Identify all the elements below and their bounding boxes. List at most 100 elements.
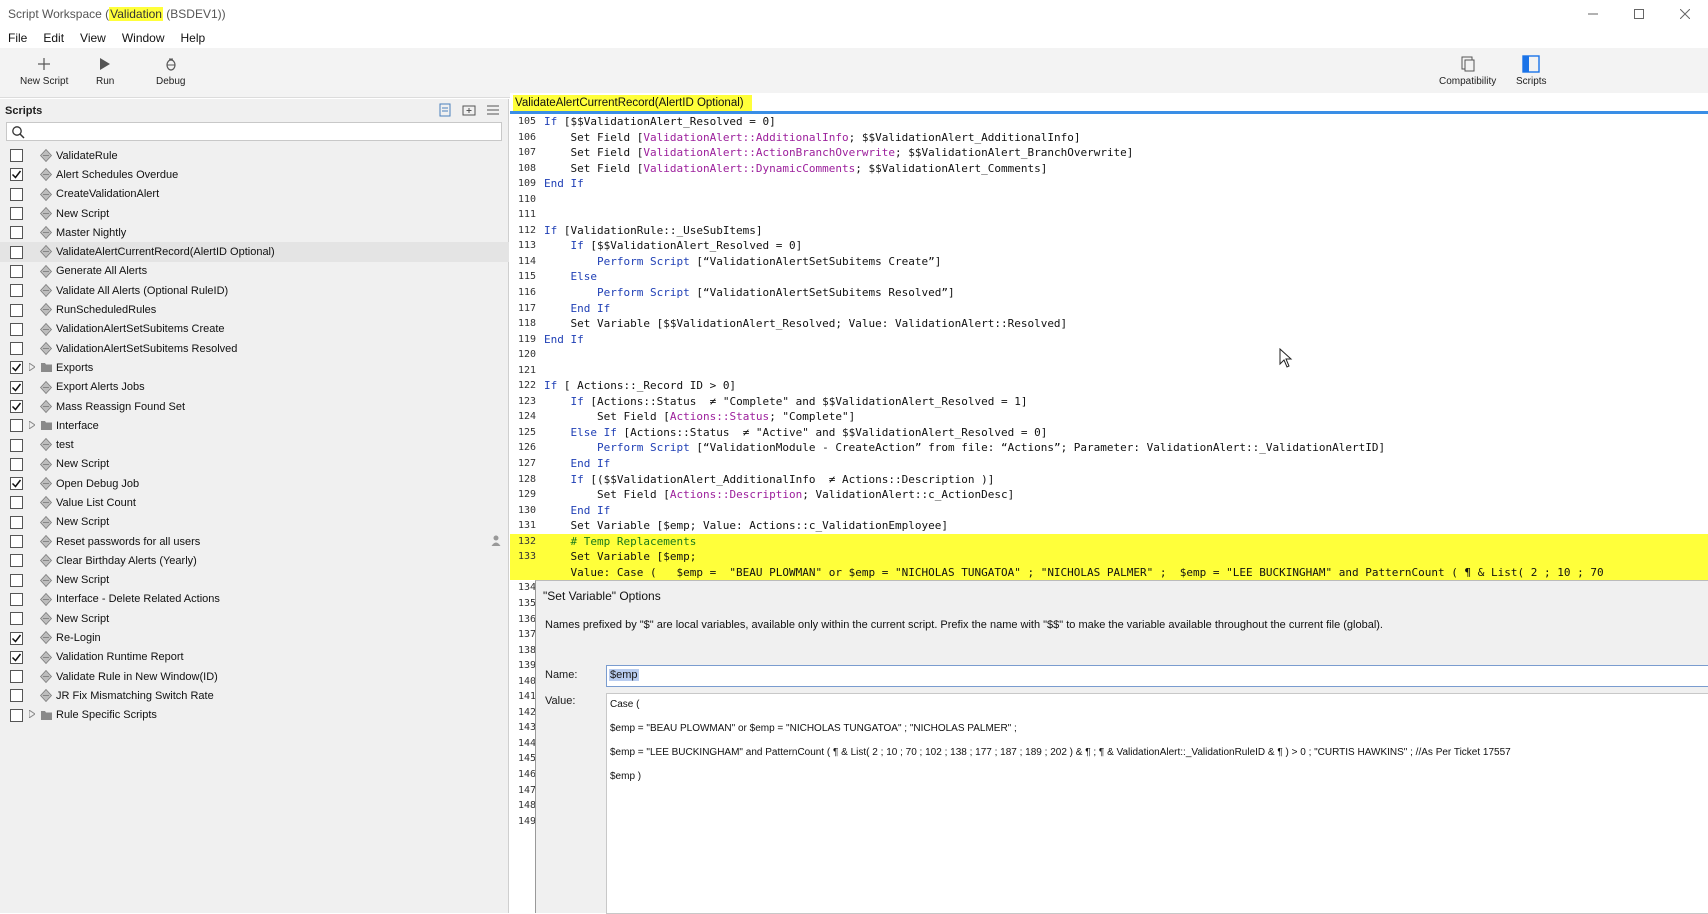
- script-checkbox[interactable]: [10, 457, 23, 471]
- script-row[interactable]: RunScheduledRules: [0, 300, 509, 319]
- code-line[interactable]: 124 Set Field [Actions::Status; "Complet…: [510, 409, 1708, 425]
- script-checkbox[interactable]: [10, 554, 23, 568]
- menu-help[interactable]: Help: [173, 31, 214, 45]
- script-checkbox[interactable]: [10, 400, 23, 413]
- run-button[interactable]: Run: [96, 54, 114, 87]
- code-line[interactable]: 129 Set Field [Actions::Description; Val…: [510, 487, 1708, 503]
- script-folder-row[interactable]: Interface: [0, 416, 509, 435]
- code-line[interactable]: 110: [510, 192, 1708, 208]
- script-checkbox[interactable]: [10, 264, 23, 278]
- script-checkbox[interactable]: [10, 592, 23, 606]
- code-line[interactable]: 121: [510, 363, 1708, 379]
- script-row[interactable]: CreateValidationAlert: [0, 185, 509, 204]
- script-row[interactable]: Generate All Alerts: [0, 262, 509, 281]
- code-line[interactable]: 126 Perform Script [“ValidationModule - …: [510, 440, 1708, 456]
- code-line[interactable]: 120: [510, 347, 1708, 363]
- new-folder-icon[interactable]: [462, 103, 478, 119]
- variable-name-field[interactable]: $emp: [606, 665, 1708, 687]
- script-row[interactable]: Interface - Delete Related Actions: [0, 590, 509, 609]
- script-checkbox[interactable]: [10, 496, 23, 510]
- script-row[interactable]: Export Alerts Jobs: [0, 378, 509, 397]
- code-line[interactable]: 105 If [$$ValidationAlert_Resolved = 0]: [510, 114, 1708, 130]
- code-line[interactable]: 112 If [ValidationRule::_UseSubItems]: [510, 223, 1708, 239]
- menu-edit[interactable]: Edit: [35, 31, 72, 45]
- script-checkbox[interactable]: [10, 168, 23, 182]
- code-line[interactable]: 108 Set Field [ValidationAlert::DynamicC…: [510, 161, 1708, 177]
- script-row[interactable]: Validate All Alerts (Optional RuleID): [0, 281, 509, 300]
- menu-window[interactable]: Window: [114, 31, 173, 45]
- script-checkbox[interactable]: [10, 650, 23, 664]
- script-checkbox[interactable]: [10, 670, 23, 684]
- editor-tab-title[interactable]: ValidateAlertCurrentRecord(AlertID Optio…: [513, 95, 752, 111]
- script-checkbox[interactable]: [10, 438, 23, 452]
- code-line[interactable]: 113 If [$$ValidationAlert_Resolved = 0]: [510, 238, 1708, 254]
- script-checkbox[interactable]: [10, 689, 23, 703]
- script-checkbox[interactable]: [10, 419, 23, 433]
- code-line[interactable]: 116 Perform Script [“ValidationAlertSetS…: [510, 285, 1708, 301]
- script-checkbox[interactable]: [10, 573, 23, 587]
- script-row[interactable]: Clear Birthday Alerts (Yearly): [0, 551, 509, 570]
- code-line[interactable]: 130 End If: [510, 503, 1708, 519]
- script-row[interactable]: New Script: [0, 513, 509, 532]
- close-button[interactable]: [1662, 0, 1708, 28]
- maximize-button[interactable]: [1616, 0, 1662, 28]
- script-checkbox[interactable]: [10, 380, 23, 394]
- code-line[interactable]: 109 End If: [510, 176, 1708, 192]
- script-row[interactable]: Validation Runtime Report: [0, 648, 509, 667]
- script-checkbox[interactable]: [10, 708, 23, 722]
- code-line[interactable]: Value: Case ( $emp = "BEAU PLOWMAN" or $…: [510, 564, 1708, 581]
- code-line[interactable]: 133 Set Variable [$emp;: [510, 549, 1708, 565]
- script-checkbox[interactable]: [10, 207, 23, 221]
- code-line[interactable]: 115 Else: [510, 269, 1708, 285]
- script-row[interactable]: New Script: [0, 204, 509, 223]
- search-input[interactable]: [6, 122, 502, 141]
- script-row[interactable]: New Script: [0, 609, 509, 628]
- menu-view[interactable]: View: [72, 31, 114, 45]
- script-row[interactable]: Reset passwords for all users: [0, 532, 509, 551]
- script-row[interactable]: Mass Reassign Found Set: [0, 397, 509, 416]
- code-line[interactable]: 122 If [ Actions::_Record ID > 0]: [510, 378, 1708, 394]
- script-checkbox[interactable]: [10, 187, 23, 201]
- debug-button[interactable]: Debug: [156, 54, 185, 87]
- script-checkbox[interactable]: [10, 535, 23, 549]
- script-row[interactable]: ValidateAlertCurrentRecord(AlertID Optio…: [0, 242, 509, 262]
- script-row[interactable]: Value List Count: [0, 493, 509, 512]
- script-row[interactable]: Master Nightly: [0, 223, 509, 242]
- expand-arrow-icon[interactable]: [28, 419, 36, 431]
- script-row[interactable]: ValidateRule: [0, 146, 509, 165]
- expand-arrow-icon[interactable]: [28, 709, 36, 720]
- minimize-button[interactable]: [1570, 0, 1616, 28]
- code-line[interactable]: 114 Perform Script [“ValidationAlertSetS…: [510, 254, 1708, 270]
- new-script-button[interactable]: New Script: [20, 54, 68, 87]
- script-checkbox[interactable]: [10, 361, 23, 375]
- code-line[interactable]: 123 If [Actions::Status ≠ "Complete" and…: [510, 394, 1708, 410]
- variable-value-field[interactable]: Case ( $emp = "BEAU PLOWMAN" or $emp = "…: [606, 693, 1708, 914]
- script-checkbox[interactable]: [10, 303, 23, 317]
- script-row[interactable]: New Script: [0, 455, 509, 474]
- script-checkbox[interactable]: [10, 515, 23, 529]
- script-folder-row[interactable]: Rule Specific Scripts: [0, 706, 509, 725]
- script-checkbox[interactable]: [10, 477, 23, 491]
- script-folder-row[interactable]: Exports: [0, 358, 509, 377]
- script-checkbox[interactable]: [10, 226, 23, 240]
- list-menu-icon[interactable]: [486, 103, 502, 119]
- script-row[interactable]: test: [0, 435, 509, 454]
- script-checkbox[interactable]: [10, 342, 23, 356]
- code-line[interactable]: 132 # Temp Replacements: [510, 533, 1708, 550]
- script-checkbox[interactable]: [10, 245, 23, 259]
- script-checkbox[interactable]: [10, 284, 23, 298]
- script-checkbox[interactable]: [10, 612, 23, 626]
- menu-file[interactable]: File: [0, 31, 35, 45]
- script-row[interactable]: Re-Login: [0, 628, 509, 647]
- code-line[interactable]: 128 If [($$ValidationAlert_AdditionalInf…: [510, 472, 1708, 488]
- script-row[interactable]: Open Debug Job: [0, 474, 509, 493]
- scripts-panel-button[interactable]: Scripts: [1516, 54, 1547, 87]
- expand-arrow-icon[interactable]: [28, 361, 36, 373]
- new-script-icon[interactable]: [438, 103, 454, 119]
- code-line[interactable]: 131 Set Variable [$emp; Value: Actions::…: [510, 518, 1708, 534]
- code-line[interactable]: 106 Set Field [ValidationAlert::Addition…: [510, 130, 1708, 146]
- script-checkbox[interactable]: [10, 631, 23, 645]
- script-row[interactable]: JR Fix Mismatching Switch Rate: [0, 686, 509, 705]
- script-row[interactable]: New Script: [0, 571, 509, 590]
- script-checkbox[interactable]: [10, 322, 23, 336]
